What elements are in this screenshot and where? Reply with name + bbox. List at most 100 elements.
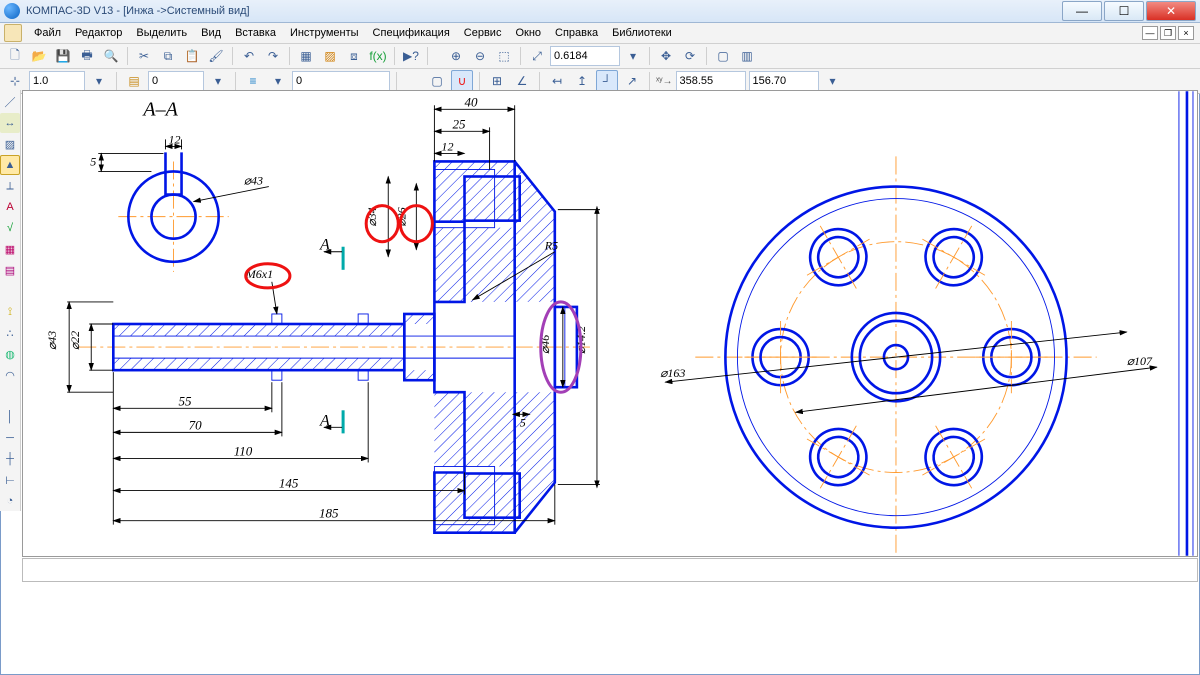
edit-icon[interactable]: ▲ <box>0 155 20 175</box>
dim-185: 185 <box>319 506 339 521</box>
paste-button[interactable]: 📋 <box>181 45 203 67</box>
help-context-button[interactable]: ▶? <box>400 45 422 67</box>
new-button[interactable]: 🗋 <box>4 45 26 67</box>
dim-5b: 5 <box>520 415 526 429</box>
menu-tools[interactable]: Инструменты <box>284 25 365 41</box>
states-button[interactable]: ▥ <box>736 45 758 67</box>
dim-25: 25 <box>452 116 466 131</box>
rotate-button[interactable]: ⟳ <box>679 45 701 67</box>
axisline-icon[interactable]: ⊢ <box>0 470 20 490</box>
dim-12b: 12 <box>441 139 453 153</box>
menu-select[interactable]: Выделить <box>130 25 193 41</box>
menu-libs[interactable]: Библиотеки <box>606 25 678 41</box>
window-title: КОМПАС-3D V13 - [Инжа ->Системный вид] <box>26 5 250 17</box>
globe-icon[interactable]: ◍ <box>0 344 20 364</box>
dim-r5: R5 <box>544 239 558 253</box>
dim-phi22: ⌀22 <box>68 331 82 350</box>
ortho-both-icon[interactable]: ┘ <box>596 70 618 92</box>
linestyle-icon[interactable]: ≡ <box>242 70 264 92</box>
print-button[interactable]: 🖶 <box>76 45 98 67</box>
tree-button[interactable]: ⧈ <box>343 45 365 67</box>
scale-input[interactable] <box>29 71 85 91</box>
zoom-in-button[interactable]: ⊕ <box>445 45 467 67</box>
menu-window[interactable]: Окно <box>509 25 547 41</box>
ortholine-icon[interactable]: ┼ <box>0 449 20 469</box>
dim-phi107: ⌀107 <box>1127 354 1153 368</box>
app-icon <box>4 3 20 19</box>
coord-drop-icon[interactable]: ▾ <box>822 70 844 92</box>
section-label: А–А <box>141 98 178 120</box>
local-cs-icon[interactable]: ↗ <box>621 70 643 92</box>
section-mark-bottom: А <box>319 412 330 429</box>
linestyle-input[interactable] <box>292 71 390 91</box>
fill-button[interactable]: ▨ <box>319 45 341 67</box>
dimension-icon[interactable]: ↔ <box>0 113 20 133</box>
zoom-input[interactable] <box>550 46 620 66</box>
child-close-button[interactable]: × <box>1178 26 1194 40</box>
zoom-drop-icon[interactable]: ▾ <box>622 45 644 67</box>
vars-button[interactable]: f(x) <box>367 45 389 67</box>
open-button[interactable]: 📂 <box>28 45 50 67</box>
menu-spec[interactable]: Спецификация <box>367 25 456 41</box>
undo-button[interactable]: ↶ <box>238 45 260 67</box>
coord-x-input[interactable] <box>676 71 746 91</box>
layer-input[interactable] <box>148 71 204 91</box>
snap-toggle[interactable]: ▢ <box>426 70 448 92</box>
text-icon[interactable]: A <box>0 197 20 217</box>
zoom-window-button[interactable]: ⬚ <box>493 45 515 67</box>
menu-bar: Файл Редактор Выделить Вид Вставка Инстр… <box>0 23 1200 44</box>
hatch-icon[interactable]: ▨ <box>0 134 20 154</box>
copy-button[interactable]: ⧉ <box>157 45 179 67</box>
brush-button[interactable]: 🖌 <box>205 45 227 67</box>
save-button[interactable]: 💾 <box>52 45 74 67</box>
app-window: КОМПАС-3D V13 - [Инжа ->Системный вид] —… <box>0 0 1200 675</box>
views-button[interactable]: ▢ <box>712 45 734 67</box>
maximize-button[interactable]: ☐ <box>1104 1 1144 21</box>
snap-magnet-icon[interactable]: ∪ <box>451 70 473 92</box>
menu-view[interactable]: Вид <box>195 25 227 41</box>
pan-button[interactable]: ✥ <box>655 45 677 67</box>
arc-icon[interactable]: ◠ <box>0 365 20 385</box>
dim-phi163: ⌀163 <box>660 366 685 380</box>
manager-button[interactable]: ▦ <box>295 45 317 67</box>
menu-insert[interactable]: Вставка <box>229 25 282 41</box>
section-mark-top: А <box>319 237 330 254</box>
doc-icon[interactable] <box>4 24 22 42</box>
close-button[interactable]: ✕ <box>1146 1 1196 21</box>
coord-y-input[interactable] <box>749 71 819 91</box>
rough-icon[interactable]: √ <box>0 218 20 238</box>
zoom-out-button[interactable]: ⊖ <box>469 45 491 67</box>
menu-service[interactable]: Сервис <box>458 25 508 41</box>
redo-button[interactable]: ↷ <box>262 45 284 67</box>
constraint-icon[interactable]: ⟂ <box>0 176 20 196</box>
layer-drop-icon[interactable]: ▾ <box>207 70 229 92</box>
scale-drop-icon[interactable]: ▾ <box>88 70 110 92</box>
minimize-button[interactable]: — <box>1062 1 1102 21</box>
sector-icon[interactable]: ◔ <box>0 491 20 511</box>
menu-edit[interactable]: Редактор <box>69 25 128 41</box>
drawing-canvas[interactable]: 12 5 ⌀43 А–А <box>22 90 1198 557</box>
preview-button[interactable]: 🔍 <box>100 45 122 67</box>
layer-icon[interactable]: ▤ <box>123 70 145 92</box>
axis-icon[interactable]: ⊹ <box>4 70 26 92</box>
child-minimize-button[interactable]: — <box>1142 26 1158 40</box>
spec-icon[interactable]: ▤ <box>0 260 20 280</box>
measure-icon[interactable]: ⟟ <box>0 302 20 322</box>
child-restore-button[interactable]: ❐ <box>1160 26 1176 40</box>
menu-file[interactable]: Файл <box>28 25 67 41</box>
geom-line-icon[interactable]: ／ <box>0 92 20 112</box>
tool-palette: ／ ↔ ▨ ▲ ⟂ A √ ▦ ▤ ⟟ ∴ ◍ ◠ │ ─ ┼ ⊢ ◔ <box>0 90 21 511</box>
table-icon[interactable]: ▦ <box>0 239 20 259</box>
grid-icon[interactable]: ⊞ <box>486 70 508 92</box>
cut-button[interactable]: ✂ <box>133 45 155 67</box>
ortho-up-icon[interactable]: ↥ <box>571 70 593 92</box>
command-bar[interactable] <box>22 558 1198 582</box>
linestyle-drop-icon[interactable]: ▾ <box>267 70 289 92</box>
vline-icon[interactable]: │ <box>0 407 20 427</box>
ortho-left-icon[interactable]: ↤ <box>546 70 568 92</box>
menu-help[interactable]: Справка <box>549 25 604 41</box>
angle-icon[interactable]: ∠ <box>511 70 533 92</box>
hline-icon[interactable]: ─ <box>0 428 20 448</box>
point-icon[interactable]: ∴ <box>0 323 20 343</box>
fit-button[interactable]: ⤢ <box>526 45 548 67</box>
